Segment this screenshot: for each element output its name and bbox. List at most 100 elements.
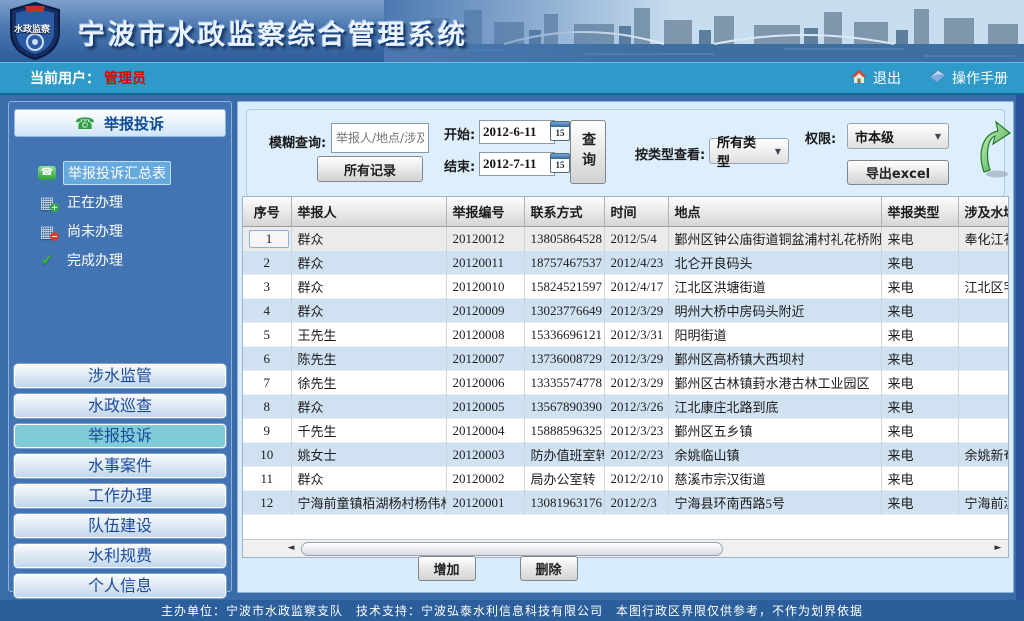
refresh-arrow-icon[interactable] <box>975 118 1011 188</box>
fuzzy-search-input[interactable] <box>331 123 429 153</box>
table-cell: 20120009 <box>446 299 524 323</box>
sidebar-section-header[interactable]: 举报投诉 <box>14 109 226 137</box>
app-root: 水政监察 宁波市水政监察综合管理系统 当前用户： 管理员 退出 <box>0 0 1024 621</box>
sidebar-item[interactable]: 正在办理 <box>38 188 226 216</box>
end-calendar-icon[interactable]: 15 <box>550 153 570 173</box>
table-cell: 13805864528 <box>524 227 604 251</box>
table-cell <box>958 419 1009 443</box>
module-button[interactable]: 工作办理 <box>14 484 226 508</box>
column-header[interactable]: 时间 <box>604 197 668 227</box>
sidebar-item[interactable]: 完成办理 <box>38 246 226 274</box>
table-cell: 来电 <box>881 299 958 323</box>
query-button[interactable]: 查询 <box>570 120 606 184</box>
table-cell: 2012/2/10 <box>604 467 668 491</box>
table-cell: 13081963176 <box>524 491 604 515</box>
page-body: 举报投诉 举报投诉汇总表正在办理尚未办理完成办理 涉水监管水政巡查举报投诉水事案… <box>0 95 1024 600</box>
column-header[interactable]: 举报类型 <box>881 197 958 227</box>
module-button[interactable]: 举报投诉 <box>14 424 226 448</box>
table-cell: 20120011 <box>446 251 524 275</box>
table-cell: 鄞州区古林镇葑水港古林工业园区 <box>668 371 881 395</box>
start-date-input[interactable] <box>479 120 555 144</box>
sidebar: 举报投诉 举报投诉汇总表正在办理尚未办理完成办理 涉水监管水政巡查举报投诉水事案… <box>8 101 232 592</box>
delete-button[interactable]: 删除 <box>520 556 578 581</box>
table-cell: 2012/3/29 <box>604 299 668 323</box>
table-cell: 20120010 <box>446 275 524 299</box>
table-cell: 15888596325 <box>524 419 604 443</box>
permission-select-value: 市本级 <box>855 127 894 146</box>
table-cell <box>958 347 1009 371</box>
table-row[interactable]: 2群众20120011187574675372012/4/23北仑开良码头来电 <box>243 251 1009 275</box>
type-select-value: 所有类型 <box>717 132 767 170</box>
scrollbar-thumb[interactable] <box>301 542 723 556</box>
table-cell: 20120005 <box>446 395 524 419</box>
column-header[interactable]: 联系方式 <box>524 197 604 227</box>
sidebar-item[interactable]: 尚未办理 <box>38 217 226 245</box>
table-cell: 13023776649 <box>524 299 604 323</box>
table-cell: 10 <box>243 443 291 467</box>
table-cell: 来电 <box>881 491 958 515</box>
table-cell: 2012/3/29 <box>604 371 668 395</box>
table-cell: 13335574778 <box>524 371 604 395</box>
current-user-name: 管理员 <box>104 68 146 88</box>
table-row[interactable]: 10姚女士20120003防办值班室转2012/2/23余姚临山镇来电余姚新奄 <box>243 443 1009 467</box>
table-row[interactable]: 6陈先生20120007137360087292012/3/29鄞州区高桥镇大西… <box>243 347 1009 371</box>
scroll-right-icon[interactable]: ► <box>990 540 1006 556</box>
table-cell: 群众 <box>291 299 446 323</box>
table-row[interactable]: 1群众20120012138058645282012/5/4鄞州区钟公庙街道铜盆… <box>243 227 1009 251</box>
column-header[interactable]: 举报编号 <box>446 197 524 227</box>
table-row[interactable]: 11群众20120002局办公室转2012/2/10慈溪市宗汉街道来电 <box>243 467 1009 491</box>
table-cell: 20120012 <box>446 227 524 251</box>
end-date-input[interactable] <box>479 152 555 176</box>
side-menu: 举报投诉汇总表正在办理尚未办理完成办理 <box>14 159 226 274</box>
table-cell: 明州大桥中房码头附近 <box>668 299 881 323</box>
manual-book-icon <box>929 69 946 87</box>
logout-link[interactable]: 退出 <box>851 68 901 88</box>
sidebar-item[interactable]: 举报投诉汇总表 <box>38 159 226 187</box>
table-cell: 2012/3/31 <box>604 323 668 347</box>
table-row[interactable]: 8群众20120005135678903902012/3/26江北康庄北路到底来… <box>243 395 1009 419</box>
scroll-left-icon[interactable]: ◄ <box>283 540 299 556</box>
action-bar: 增加 删除 <box>110 556 885 584</box>
start-calendar-icon[interactable]: 15 <box>550 121 570 141</box>
all-records-button[interactable]: 所有记录 <box>317 156 423 182</box>
module-button[interactable]: 涉水监管 <box>14 364 226 388</box>
column-header[interactable]: 举报人 <box>291 197 446 227</box>
table-row[interactable]: 5王先生20120008153366961212012/3/31阳明街道来电 <box>243 323 1009 347</box>
table-cell: 余姚新奄 <box>958 443 1009 467</box>
table-cell: 来电 <box>881 347 958 371</box>
table-cell: 2012/3/29 <box>604 347 668 371</box>
table-cell: 群众 <box>291 251 446 275</box>
table-cell: 群众 <box>291 395 446 419</box>
module-button[interactable]: 水事案件 <box>14 454 226 478</box>
table-cell: 鄞州区五乡镇 <box>668 419 881 443</box>
table-cell: 江北区宅 <box>958 275 1009 299</box>
table-cell: 3 <box>243 275 291 299</box>
table-cell: 2012/5/4 <box>604 227 668 251</box>
table-cell: 2012/3/26 <box>604 395 668 419</box>
permission-select[interactable]: 市本级 ▼ <box>847 123 949 149</box>
sidebar-item-label: 完成办理 <box>63 249 127 271</box>
horizontal-scrollbar[interactable]: ◄ ► <box>243 539 1008 557</box>
table-cell <box>958 371 1009 395</box>
city-skyline-image <box>384 0 1024 62</box>
column-header[interactable]: 地点 <box>668 197 881 227</box>
table-cell: 2012/4/23 <box>604 251 668 275</box>
column-header[interactable]: 涉及水域 <box>958 197 1009 227</box>
table-row[interactable]: 12宁海前童镇栢湖杨村杨伟林20120001130819631762012/2/… <box>243 491 1009 515</box>
export-excel-button[interactable]: 导出excel <box>847 160 949 185</box>
table-row[interactable]: 9千先生20120004158885963252012/3/23鄞州区五乡镇来电 <box>243 419 1009 443</box>
table-cell: 20120001 <box>446 491 524 515</box>
module-button[interactable]: 队伍建设 <box>14 514 226 538</box>
table-cell: 北仑开良码头 <box>668 251 881 275</box>
table-row[interactable]: 7徐先生20120006133355747782012/3/29鄞州区古林镇葑水… <box>243 371 1009 395</box>
table-row[interactable]: 4群众20120009130237766492012/3/29明州大桥中房码头附… <box>243 299 1009 323</box>
table-row[interactable]: 3群众20120010158245215972012/4/17江北区洪塘街道来电… <box>243 275 1009 299</box>
table-cell: 阳明街道 <box>668 323 881 347</box>
type-select[interactable]: 所有类型 ▼ <box>709 138 789 164</box>
column-header[interactable]: 序号 <box>243 197 291 227</box>
add-button[interactable]: 增加 <box>418 556 476 581</box>
module-button[interactable]: 水政巡查 <box>14 394 226 418</box>
table-cell: 2 <box>243 251 291 275</box>
table-cell: 15824521597 <box>524 275 604 299</box>
manual-link[interactable]: 操作手册 <box>929 68 1008 88</box>
